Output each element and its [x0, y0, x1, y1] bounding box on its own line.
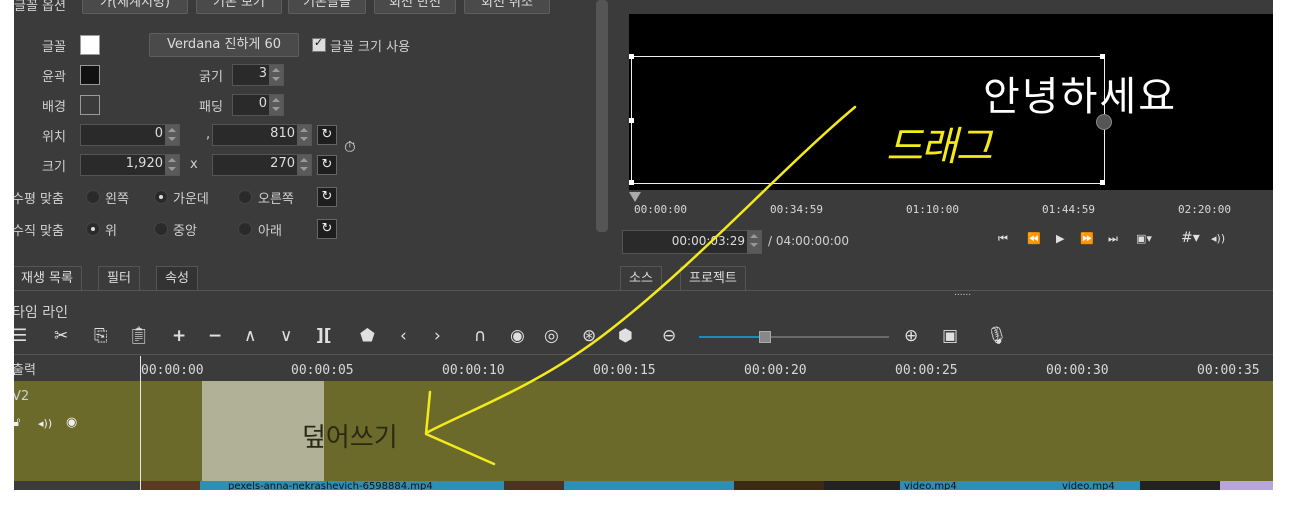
drag-arrow-path: [426, 105, 857, 434]
drag-annotation: 드래그: [886, 124, 992, 170]
annotation-layer: [424, 105, 857, 466]
